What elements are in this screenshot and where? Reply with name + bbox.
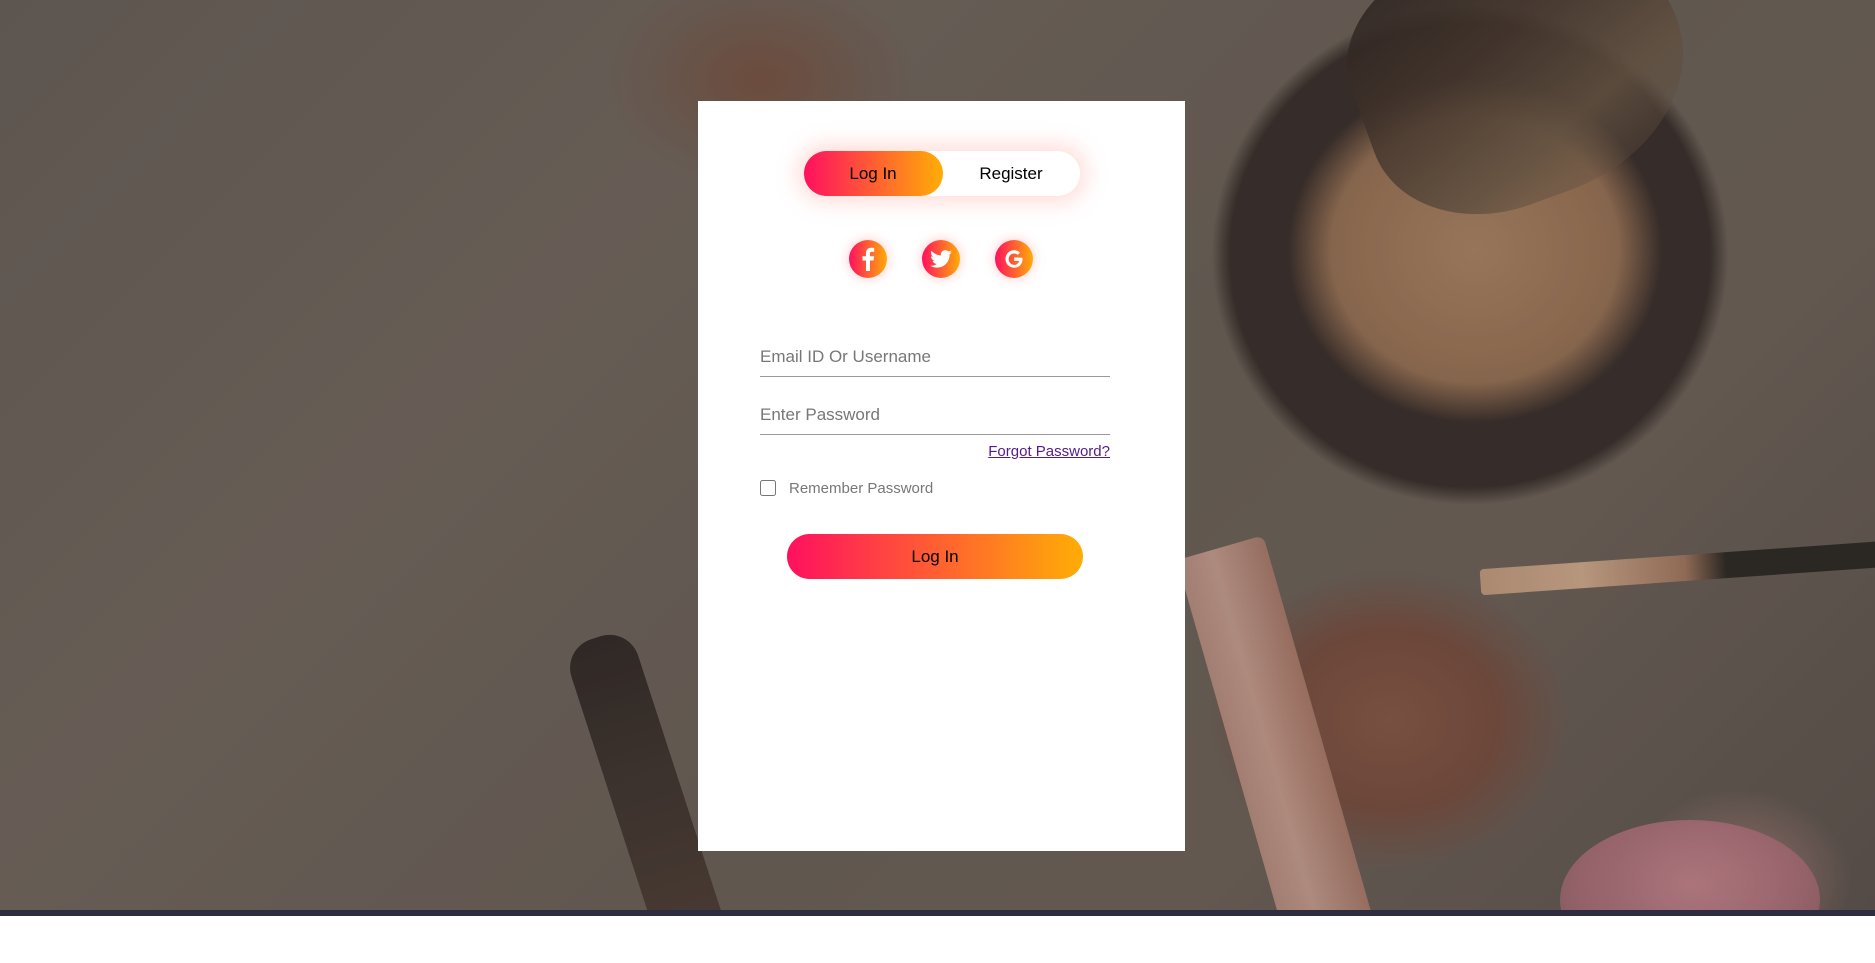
google-icon[interactable]: [995, 240, 1033, 278]
auth-toggle: Log In Register: [804, 151, 1080, 196]
toggle-register-button[interactable]: Register: [942, 151, 1080, 196]
social-login-icons: [849, 240, 1039, 278]
remember-password-label: Remember Password: [789, 479, 934, 497]
password-field[interactable]: [760, 395, 1110, 435]
facebook-icon[interactable]: [849, 240, 887, 278]
email-field[interactable]: [760, 337, 1110, 377]
remember-password-row[interactable]: Remember Password: [760, 478, 933, 498]
footer-strip: [0, 910, 1875, 916]
auth-card: Log In Register Forgot Password? Remembe…: [698, 101, 1185, 851]
twitter-icon[interactable]: [922, 240, 960, 278]
forgot-password-link[interactable]: Forgot Password?: [988, 443, 1110, 460]
login-submit-button[interactable]: Log In: [787, 534, 1083, 579]
toggle-login-button[interactable]: Log In: [804, 151, 942, 196]
remember-password-checkbox[interactable]: [760, 480, 776, 496]
